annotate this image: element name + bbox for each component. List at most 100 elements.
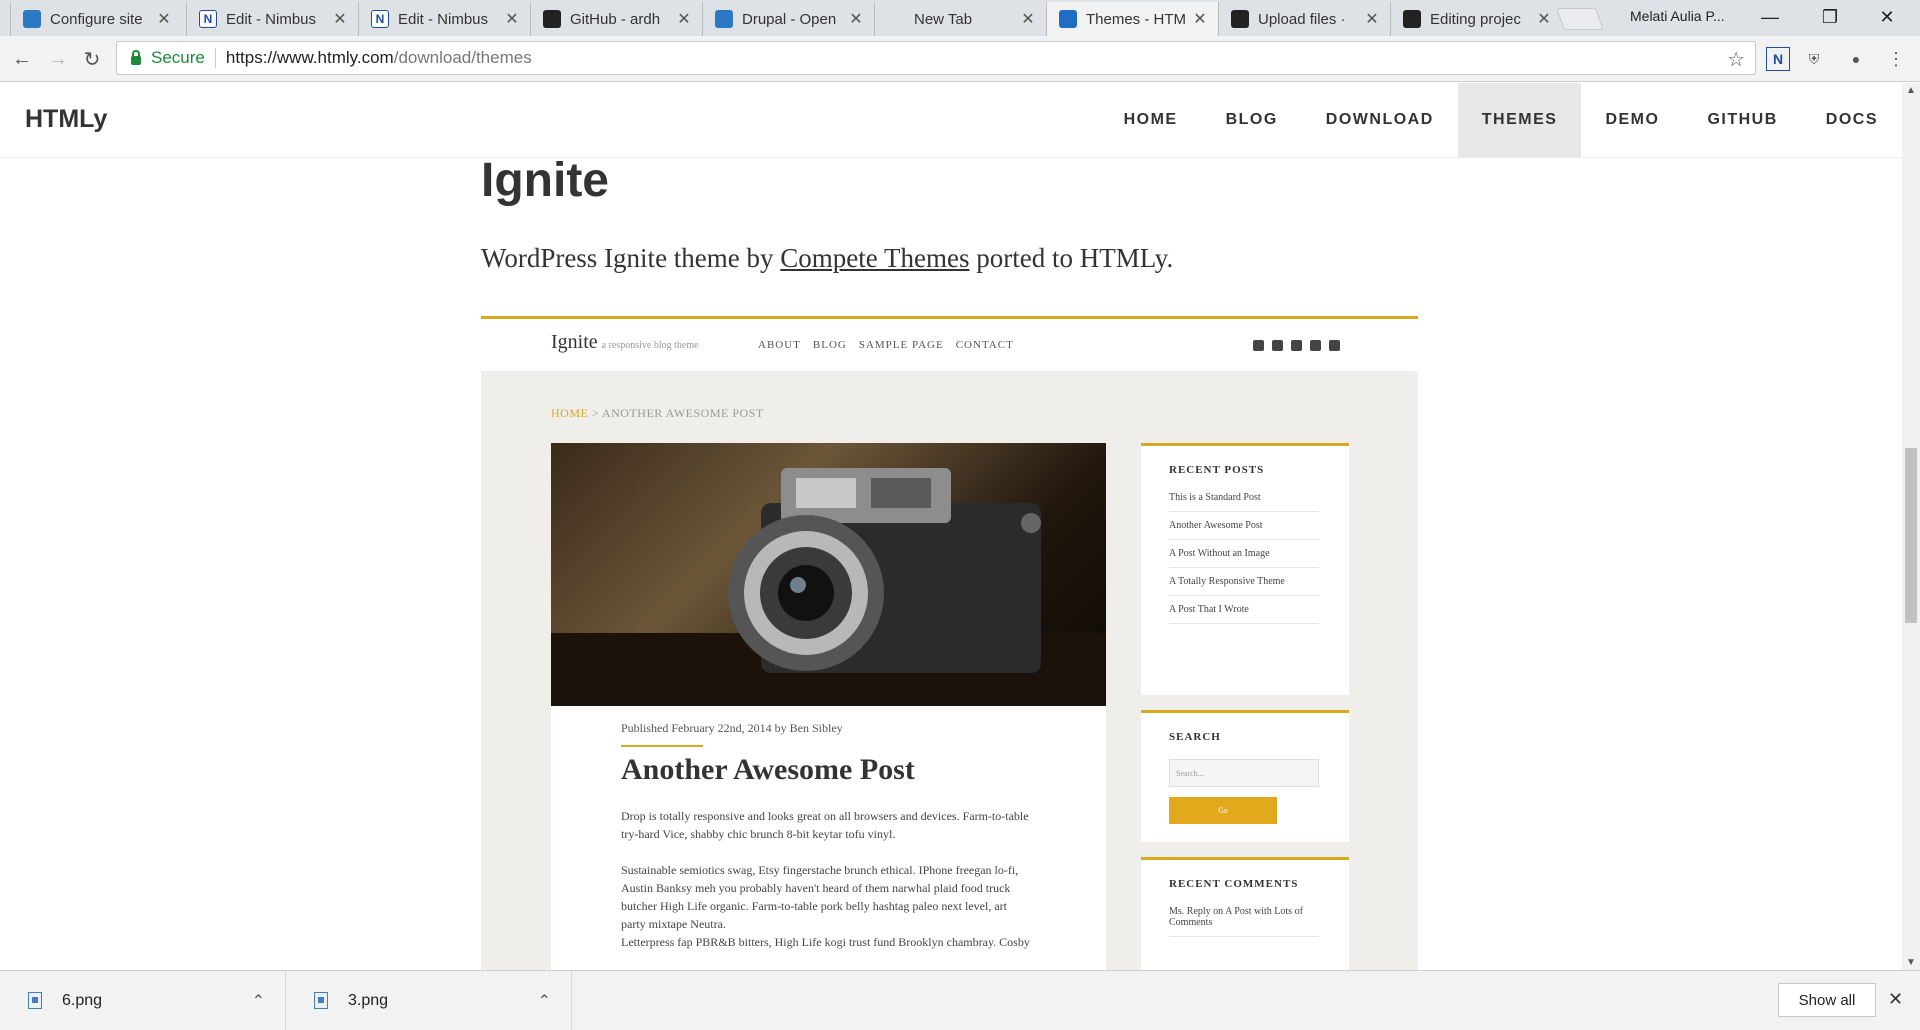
preview-logo: Ignite a responsive blog theme	[551, 331, 699, 354]
tab-title: Edit - Nimbus	[398, 10, 489, 28]
lock-icon	[131, 49, 141, 65]
desc-suffix: ported to HTMLy.	[969, 243, 1174, 273]
forward-icon[interactable]: →	[44, 45, 72, 73]
shield-extension-icon[interactable]: ⛨	[1802, 47, 1826, 71]
site-header: HTMLy HOME BLOG DOWNLOAD THEMES DEMO GITHUB DO…	[0, 83, 1902, 158]
minimize-icon[interactable]: —	[1745, 2, 1795, 32]
download-filename: 6.png	[62, 991, 103, 1009]
tab-close-icon[interactable]: ✕	[1192, 9, 1208, 29]
tab-title: Edit - Nimbus	[226, 10, 317, 28]
nav-item-home[interactable]: HOME	[1100, 83, 1202, 157]
tab-close-icon[interactable]: ✕	[156, 9, 172, 29]
close-download-bar-icon[interactable]: ✕	[1888, 989, 1903, 1010]
page-scrollbar[interactable]: ▲ ▼	[1902, 83, 1920, 970]
site-brand[interactable]: HTMLy	[25, 105, 107, 134]
browser-tab[interactable]: Upload files · ✕	[1218, 2, 1390, 36]
tab-title: Configure site	[50, 10, 143, 28]
preview-post-title: Another Awesome Post	[621, 753, 915, 786]
blank-tab-icon	[887, 10, 905, 28]
profile-name[interactable]: Melati Aulia P...	[1630, 8, 1725, 24]
nav-item-download[interactable]: DOWNLOAD	[1302, 83, 1458, 157]
tab-close-icon[interactable]: ✕	[848, 9, 864, 29]
chevron-up-icon[interactable]: ⌃	[538, 991, 551, 1011]
bookmark-star-icon[interactable]: ☆	[1727, 47, 1745, 72]
tab-title: GitHub - ardh	[570, 10, 661, 28]
preview-breadcrumb: HOME > ANOTHER AWESOME POST	[551, 406, 764, 421]
tab-close-icon[interactable]: ✕	[676, 9, 692, 29]
back-icon[interactable]: ←	[8, 45, 36, 73]
new-tab-button[interactable]	[1555, 8, 1605, 30]
browser-tab[interactable]: N Edit - Nimbus ✕	[186, 2, 358, 36]
nav-item-github[interactable]: GITHUB	[1683, 83, 1801, 157]
preview-menu-item: SAMPLE PAGE	[858, 339, 944, 351]
browser-tab[interactable]: Drupal - Open ✕	[702, 2, 874, 36]
tab-close-icon[interactable]: ✕	[332, 9, 348, 29]
preview-social-icons	[1253, 340, 1340, 351]
preview-menu-item: CONTACT	[955, 339, 1014, 351]
theme-description: WordPress Ignite theme by Compete Themes…	[481, 243, 1173, 274]
download-item[interactable]: 3.png ⌃	[286, 971, 572, 1030]
reload-icon[interactable]: ↻	[78, 45, 106, 73]
htmly-icon	[1059, 10, 1077, 28]
download-bar: 6.png ⌃ 3.png ⌃ Show all ✕	[0, 970, 1920, 1030]
preview-recent-comments-widget: RECENT COMMENTS Ms. Reply on A Post with…	[1141, 857, 1349, 970]
rss-icon	[1310, 340, 1321, 351]
restore-icon[interactable]: ❐	[1805, 2, 1855, 32]
preview-article: Published February 22nd, 2014 by Ben Sib…	[551, 443, 1106, 970]
nav-item-themes[interactable]: THEMES	[1457, 83, 1582, 157]
browser-toolbar: ← → ↻ Secure https://www.htmly.com/downl…	[0, 36, 1920, 82]
recent-post-item: A Post That I Wrote	[1169, 596, 1319, 624]
preview-logo-text: Ignite	[551, 331, 598, 353]
recent-comment-item: Ms. Reply on A Post with Lots of Comment…	[1169, 906, 1319, 937]
preview-menu: ABOUT BLOG SAMPLE PAGE CONTACT	[758, 339, 1014, 351]
preview-search-widget: SEARCH Search... Go	[1141, 710, 1349, 842]
nav-item-demo[interactable]: DEMO	[1581, 83, 1683, 157]
recent-post-item: A Post Without an Image	[1169, 540, 1319, 568]
window-close-icon[interactable]: ✕	[1862, 2, 1912, 32]
address-bar[interactable]: Secure https://www.htmly.com/download/th…	[116, 41, 1756, 75]
compete-themes-link[interactable]: Compete Themes	[780, 243, 969, 273]
nav-item-docs[interactable]: DOCS	[1802, 83, 1902, 157]
browser-tab[interactable]: Themes - HTM ✕	[1046, 2, 1218, 36]
browser-tab[interactable]: New Tab ✕	[874, 2, 1046, 36]
nimbus-extension-icon[interactable]: N	[1766, 47, 1790, 71]
tab-title: New Tab	[914, 10, 973, 28]
image-file-icon	[314, 992, 328, 1009]
camera-illustration	[551, 468, 1106, 706]
tab-close-icon[interactable]: ✕	[1364, 9, 1380, 29]
scrollbar-thumb[interactable]	[1905, 448, 1917, 623]
browser-tab[interactable]: N Edit - Nimbus ✕	[358, 2, 530, 36]
recent-post-item: This is a Standard Post	[1169, 492, 1319, 512]
chevron-up-icon[interactable]: ⌃	[252, 991, 265, 1011]
preview-post-meta: Published February 22nd, 2014 by Ben Sib…	[621, 721, 843, 735]
github-icon	[1231, 10, 1249, 28]
menu-kebab-icon[interactable]: ⋮	[1884, 47, 1908, 71]
browser-tab[interactable]: GitHub - ardh ✕	[530, 2, 702, 36]
recent-posts-title: RECENT POSTS	[1169, 464, 1265, 476]
recent-comments-list: Ms. Reply on A Post with Lots of Comment…	[1169, 906, 1319, 937]
facebook-icon	[1272, 340, 1283, 351]
show-all-button[interactable]: Show all	[1778, 983, 1876, 1017]
preview-go-button: Go	[1169, 797, 1277, 824]
omnibox-divider	[214, 48, 216, 68]
camera-photo	[551, 443, 1106, 706]
tab-title: Editing projec	[1430, 10, 1521, 28]
tab-close-icon[interactable]: ✕	[1536, 9, 1552, 29]
download-item[interactable]: 6.png ⌃	[0, 971, 286, 1030]
recent-post-item: A Totally Responsive Theme	[1169, 568, 1319, 596]
tab-close-icon[interactable]: ✕	[504, 9, 520, 29]
scroll-up-icon[interactable]: ▲	[1902, 85, 1920, 96]
browser-tab[interactable]: Configure site ✕	[10, 2, 182, 36]
url-host: https://www.htmly.com	[225, 48, 394, 67]
theme-preview-image: Ignite a responsive blog theme ABOUT BLOG S…	[481, 316, 1418, 970]
security-label: Secure	[151, 48, 205, 67]
desc-prefix: WordPress Ignite theme by	[481, 243, 781, 273]
tab-close-icon[interactable]: ✕	[1020, 9, 1036, 29]
theme-title: Ignite	[481, 154, 609, 207]
extension-icon[interactable]: ●	[1844, 47, 1868, 71]
nav-item-blog[interactable]: BLOG	[1202, 83, 1302, 157]
scroll-down-icon[interactable]: ▼	[1902, 957, 1920, 968]
nimbus-icon: N	[371, 10, 389, 28]
tab-title: Upload files ·	[1258, 10, 1346, 28]
browser-tab[interactable]: Editing projec ✕	[1390, 2, 1562, 36]
